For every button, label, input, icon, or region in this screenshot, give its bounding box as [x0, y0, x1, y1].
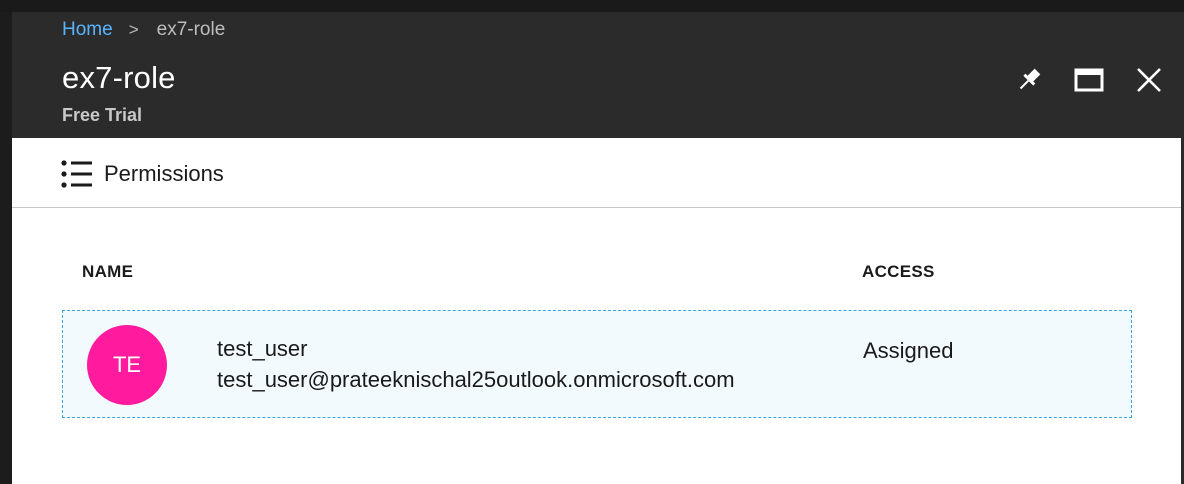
breadcrumb: Home > ex7-role: [12, 12, 1181, 48]
avatar: TE: [87, 325, 167, 405]
column-header-name[interactable]: NAME: [82, 262, 133, 282]
pin-icon: [1019, 68, 1041, 90]
left-rail: [0, 12, 12, 484]
close-button[interactable]: [1127, 62, 1171, 98]
blade-subtitle: Free Trial: [62, 105, 143, 125]
maximize-icon: [1074, 68, 1104, 92]
column-header-access[interactable]: ACCESS: [862, 262, 935, 282]
avatar-initials: TE: [112, 352, 142, 377]
access-value: Assigned: [863, 338, 954, 363]
pin-button[interactable]: [1007, 62, 1051, 98]
blade-header: ex7-role Free Trial: [12, 48, 1181, 138]
command-bar: Permissions: [12, 138, 1181, 208]
permissions-label: Permissions: [104, 161, 224, 186]
top-strip: [0, 0, 1184, 12]
blade-content: Permissions NAME ACCESS TE test_user tes…: [12, 138, 1181, 484]
breadcrumb-home-link[interactable]: Home: [62, 19, 113, 41]
breadcrumb-separator: >: [128, 20, 139, 39]
blade-actions: [991, 62, 1181, 98]
breadcrumb-current: ex7-role: [156, 19, 226, 40]
permissions-button[interactable]: Permissions: [60, 158, 224, 190]
table-row[interactable]: TE test_user test_user@prateeknischal25o…: [62, 310, 1132, 418]
list-icon: [60, 158, 94, 190]
user-email: test_user@prateeknischal25outlook.onmicr…: [217, 367, 735, 392]
close-icon: [1137, 68, 1161, 92]
blade-title: ex7-role: [62, 60, 176, 95]
portal-page: Home > ex7-role ex7-role Free Trial Perm…: [0, 0, 1184, 484]
maximize-button[interactable]: [1067, 62, 1111, 98]
user-name: test_user: [217, 336, 308, 361]
